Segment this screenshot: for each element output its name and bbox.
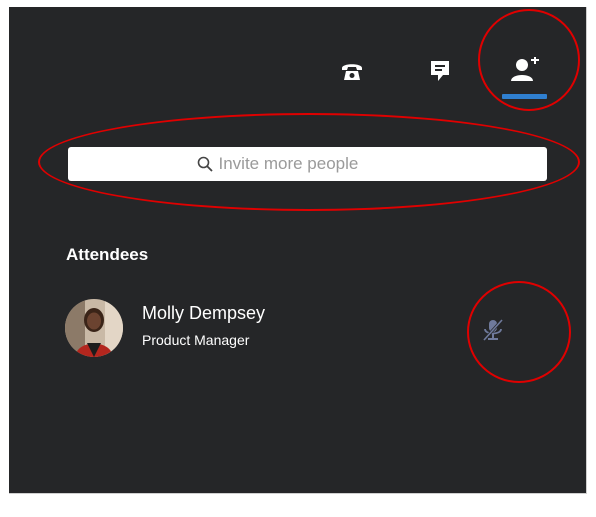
invite-search-field[interactable] [68, 147, 547, 181]
phone-tab-button[interactable] [334, 53, 370, 89]
people-tab-button[interactable] [505, 51, 545, 89]
search-icon [197, 156, 213, 172]
phone-icon [342, 64, 362, 80]
chat-tab-button[interactable] [422, 53, 458, 89]
mute-toggle-button[interactable] [478, 315, 508, 345]
attendee-row[interactable]: Molly Dempsey Product Manager [65, 299, 575, 361]
attendees-heading: Attendees [66, 245, 149, 264]
attendee-name: Molly Dempsey [142, 303, 266, 323]
active-tab-indicator [502, 94, 547, 99]
avatar [65, 299, 123, 357]
attendee-role: Product Manager [142, 332, 250, 348]
invite-search-input[interactable] [218, 154, 419, 174]
mic-muted-icon [482, 318, 504, 342]
add-person-icon [511, 57, 539, 81]
chat-icon [431, 61, 449, 81]
meeting-side-panel: Attendees Molly Dempsey Product Manager [9, 7, 587, 494]
